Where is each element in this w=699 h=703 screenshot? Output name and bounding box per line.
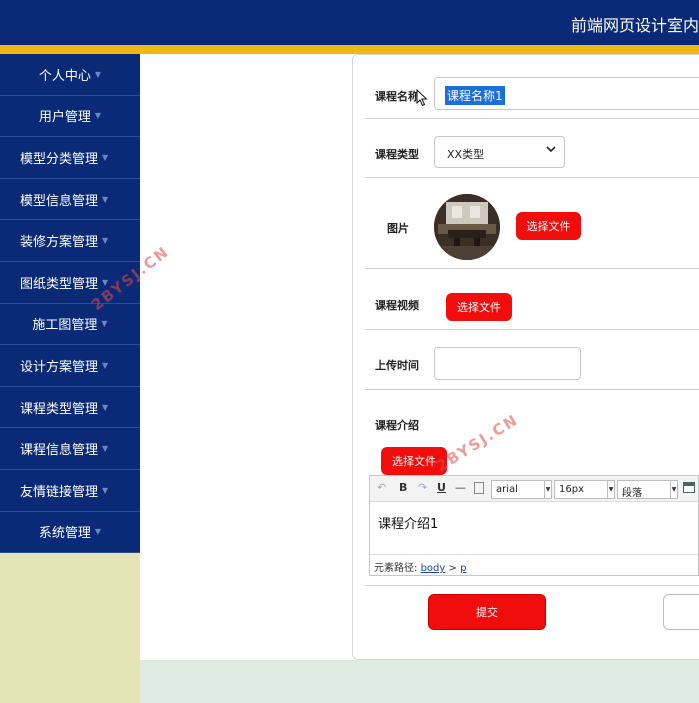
course-name-value: 课程名称1 <box>445 86 505 105</box>
upload-time-label: 上传时间 <box>375 359 419 372</box>
sidebar-item-label: 友情链接管理 <box>20 484 99 500</box>
element-path-bar: 元素路径: body > p <box>370 554 698 575</box>
caret-down-icon: ▼ <box>101 319 108 329</box>
course-image-preview <box>434 194 500 260</box>
header-accent-stripe <box>0 45 699 54</box>
sidebar-item-label: 系统管理 <box>38 526 91 542</box>
sidebar-item-label: 个人中心 <box>38 68 91 84</box>
underline-button[interactable]: U <box>437 481 446 494</box>
image-label: 图片 <box>387 222 409 235</box>
caret-down-icon: ▼ <box>94 111 102 121</box>
course-name-label: 课程名称 <box>375 90 419 103</box>
site-title: 前端网页设计室内 <box>570 16 699 35</box>
upload-time-input[interactable] <box>434 347 581 380</box>
content-footer-area <box>140 660 699 703</box>
sidebar-item-system[interactable]: 系统管理 ▼ <box>0 511 140 554</box>
divider <box>365 329 699 330</box>
divider <box>365 585 699 586</box>
sidebar: 个人中心 ▼ 用户管理 ▼ 模型分类管理 ▼ 模型信息管理 ▼ 装修方案管理 ▼ 图纸类型… <box>0 54 140 703</box>
sidebar-item-label: 用户管理 <box>38 110 91 126</box>
font-size-value: 16px <box>559 484 584 495</box>
path-separator: > <box>448 563 457 574</box>
table-icon[interactable] <box>683 482 695 493</box>
dropdown-arrow-icon: ▼ <box>544 481 551 498</box>
top-header: 前端网页设计室内 <box>0 0 699 45</box>
video-label: 课程视频 <box>375 299 419 312</box>
redo-icon[interactable]: ↷ <box>418 481 427 494</box>
divider <box>365 389 699 390</box>
rich-text-editor: ↶ B ↷ U — arial ▼ 16px ▼ 段落 ▼ 课程介绍1 元素路径… <box>369 475 699 576</box>
sidebar-item-label: 施工图管理 <box>32 318 98 334</box>
caret-down-icon: ▼ <box>102 236 109 246</box>
dropdown-arrow-icon: ▼ <box>670 481 677 498</box>
divider <box>365 177 699 178</box>
sidebar-item-label: 模型分类管理 <box>20 151 99 167</box>
sidebar-item-design-plan[interactable]: 设计方案管理 ▼ <box>0 345 140 387</box>
path-p-link[interactable]: p <box>460 563 466 574</box>
sidebar-item-model-category[interactable]: 模型分类管理 ▼ <box>0 137 140 179</box>
sidebar-item-course-info[interactable]: 课程信息管理 ▼ <box>0 428 140 470</box>
sidebar-item-label: 模型信息管理 <box>20 193 99 209</box>
reset-button[interactable] <box>663 594 699 630</box>
path-body-link[interactable]: body <box>421 563 446 574</box>
sidebar-item-friend-links[interactable]: 友情链接管理 ▼ <box>0 469 140 512</box>
submit-button[interactable]: 提交 <box>428 594 546 630</box>
caret-down-icon: ▼ <box>94 527 102 537</box>
caret-down-icon: ▼ <box>102 152 109 162</box>
sidebar-item-label: 课程信息管理 <box>20 443 99 459</box>
caret-down-icon: ▼ <box>102 360 109 370</box>
video-choose-file-button[interactable]: 选择文件 <box>446 293 512 321</box>
course-type-select[interactable]: XX类型 <box>434 136 565 168</box>
bold-button[interactable]: B <box>399 481 407 494</box>
element-path-label: 元素路径: <box>374 563 418 574</box>
image-choose-file-button[interactable]: 选择文件 <box>516 212 581 240</box>
sidebar-item-label: 设计方案管理 <box>20 359 99 375</box>
intro-label: 课程介绍 <box>375 419 419 432</box>
caret-down-icon: ▼ <box>102 485 109 495</box>
chevron-down-icon <box>546 145 556 156</box>
clear-doc-icon[interactable] <box>474 482 484 494</box>
mouse-cursor-icon <box>416 88 428 111</box>
font-size-select[interactable]: 16px ▼ <box>554 480 615 499</box>
caret-down-icon: ▼ <box>94 69 102 79</box>
undo-icon[interactable]: ↶ <box>377 481 386 494</box>
paragraph-value: 段落 <box>622 488 642 499</box>
font-family-value: arial <box>496 484 518 495</box>
editor-toolbar: ↶ B ↷ U — arial ▼ 16px ▼ 段落 ▼ <box>370 476 698 502</box>
sidebar-item-user-management[interactable]: 用户管理 ▼ <box>0 95 140 138</box>
caret-down-icon: ▼ <box>102 194 109 204</box>
sidebar-item-course-type[interactable]: 课程类型管理 ▼ <box>0 386 140 429</box>
sidebar-item-label: 装修方案管理 <box>20 235 99 251</box>
course-name-input[interactable]: 课程名称1 <box>434 77 699 110</box>
sidebar-item-label: 课程类型管理 <box>20 401 99 417</box>
dropdown-arrow-icon: ▼ <box>607 481 614 498</box>
course-type-label: 课程类型 <box>375 148 419 161</box>
caret-down-icon: ▼ <box>102 402 109 412</box>
sidebar-item-model-info[interactable]: 模型信息管理 ▼ <box>0 178 140 221</box>
divider <box>365 118 699 119</box>
sidebar-item-label: 图纸类型管理 <box>20 276 99 292</box>
course-type-value: XX类型 <box>447 148 485 161</box>
sidebar-item-construction-drawing[interactable]: 施工图管理 ▼ <box>0 303 140 346</box>
horizontal-rule-button[interactable]: — <box>455 481 466 494</box>
sidebar-item-personal-center[interactable]: 个人中心 ▼ <box>0 54 140 96</box>
caret-down-icon: ▼ <box>102 444 109 454</box>
sidebar-item-renovation-plan[interactable]: 装修方案管理 ▼ <box>0 220 140 262</box>
editor-content[interactable]: 课程介绍1 <box>378 513 438 532</box>
paragraph-select[interactable]: 段落 ▼ <box>617 480 678 499</box>
divider <box>365 268 699 269</box>
font-family-select[interactable]: arial ▼ <box>491 480 552 499</box>
